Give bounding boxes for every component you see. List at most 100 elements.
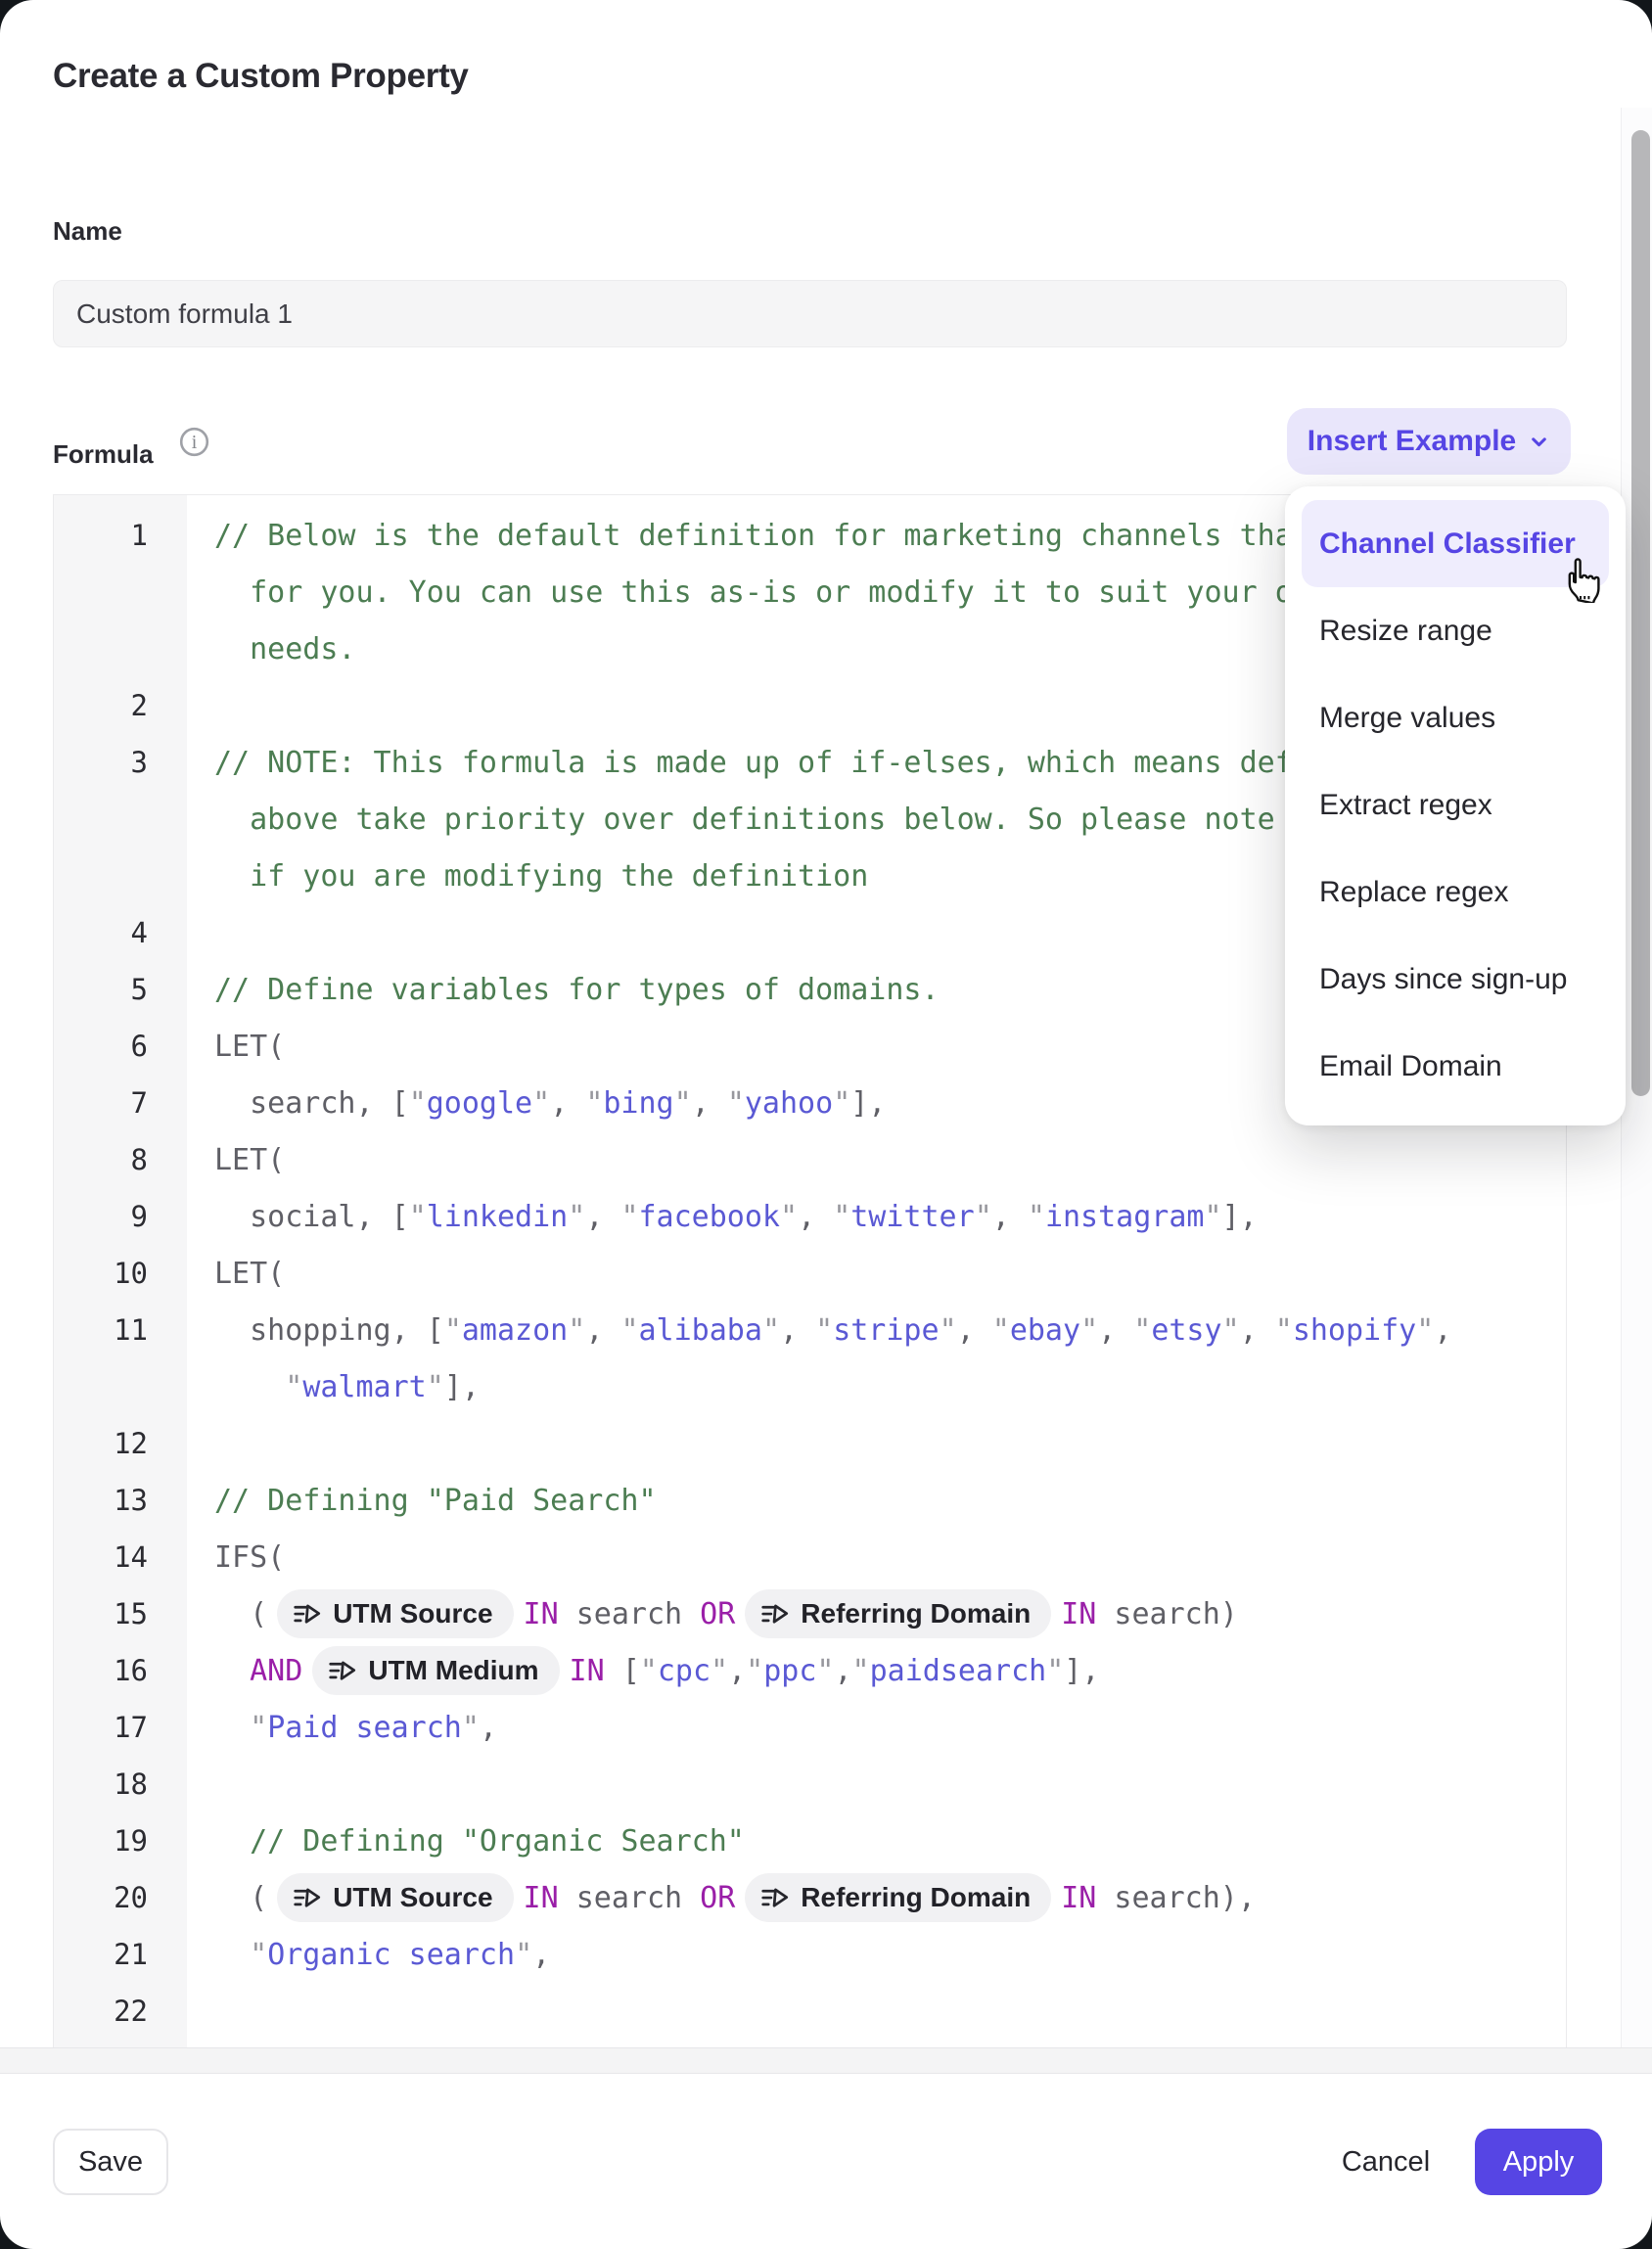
menu-item-channel-classifier[interactable]: Channel Classifier	[1302, 500, 1609, 587]
menu-item-email-domain[interactable]: Email Domain	[1285, 1023, 1626, 1110]
code-token: etsy	[1151, 1313, 1221, 1348]
code-token: ,	[798, 1200, 833, 1234]
property-chip[interactable]: UTM Medium	[312, 1646, 559, 1695]
code-line[interactable]: "walmart"],	[187, 1370, 480, 1404]
line-number: 1	[54, 519, 187, 552]
code-token: "	[585, 1086, 603, 1121]
code-line[interactable]: "Paid search",	[187, 1711, 497, 1745]
line-number: 22	[54, 1995, 187, 2028]
code-token: "	[1416, 1313, 1434, 1348]
menu-item-merge-values[interactable]: Merge values	[1285, 674, 1626, 761]
property-chip[interactable]: Referring Domain	[745, 1873, 1051, 1922]
code-line[interactable]: ANDUTM MediumIN ["cpc","ppc","paidsearch…	[187, 1646, 1099, 1695]
line-number: 20	[54, 1881, 187, 1914]
code-token: walmart	[302, 1370, 426, 1404]
line-number: 2	[54, 689, 187, 722]
code-token: LET(	[214, 1257, 285, 1291]
code-line[interactable]: social, ["linkedin", "facebook", "twitte…	[187, 1200, 1258, 1234]
code-line[interactable]: if you are modifying the definition	[187, 859, 868, 894]
code-token: ,	[728, 1654, 746, 1688]
code-line[interactable]: above take priority over definitions bel…	[187, 803, 1451, 837]
insert-example-button[interactable]: Insert Example	[1287, 408, 1571, 475]
scrollbar-thumb[interactable]	[1631, 130, 1650, 1096]
property-chip-label: Referring Domain	[801, 1882, 1031, 1913]
code-token: search)	[1096, 1597, 1238, 1631]
code-row: 19 // Defining "Organic Search"	[54, 1813, 1566, 1869]
code-row: "walmart"],	[54, 1358, 1566, 1415]
code-token: ,	[585, 1313, 620, 1348]
code-token: search),	[1096, 1881, 1256, 1915]
code-token: // Defining "Paid Search"	[214, 1484, 657, 1518]
code-row: 15 (UTM SourceIN search ORReferring Doma…	[54, 1585, 1566, 1642]
code-token: ,	[1098, 1313, 1133, 1348]
code-row: 17 "Paid search",	[54, 1699, 1566, 1756]
code-token: "	[1133, 1313, 1151, 1348]
page-title: Create a Custom Property	[53, 57, 469, 96]
code-token: "	[1222, 1313, 1240, 1348]
code-line[interactable]: // Define variables for types of domains…	[187, 973, 940, 1007]
line-number: 9	[54, 1200, 187, 1233]
property-chip[interactable]: UTM Source	[277, 1873, 513, 1922]
code-line[interactable]: IFS(	[187, 1540, 285, 1575]
code-token: instagram	[1045, 1200, 1205, 1234]
code-line[interactable]: for you. You can use this as-is or modif…	[187, 575, 1328, 610]
code-token: "	[674, 1086, 692, 1121]
cancel-button[interactable]: Cancel	[1327, 2129, 1445, 2195]
code-line[interactable]: "Organic search",	[187, 1938, 550, 1972]
name-input[interactable]	[53, 280, 1567, 347]
property-chip[interactable]: UTM Source	[277, 1589, 513, 1638]
info-icon: i	[179, 427, 209, 457]
code-line[interactable]: // Defining "Paid Search"	[187, 1484, 657, 1518]
code-line[interactable]: LET(	[187, 1030, 285, 1064]
code-token: "	[250, 1938, 267, 1972]
code-token: "	[780, 1200, 798, 1234]
code-token: "	[992, 1313, 1010, 1348]
code-line[interactable]: LET(	[187, 1257, 285, 1291]
code-line[interactable]: LET(	[187, 1143, 285, 1177]
code-token: google	[427, 1086, 532, 1121]
line-number: 17	[54, 1711, 187, 1744]
code-token: ],	[850, 1086, 886, 1121]
menu-item-resize-range[interactable]: Resize range	[1285, 587, 1626, 674]
code-token: ,	[957, 1313, 992, 1348]
code-token: Paid search	[267, 1711, 462, 1745]
code-token: if you are modifying the definition	[214, 859, 868, 894]
menu-item-extract-regex[interactable]: Extract regex	[1285, 761, 1626, 849]
code-line[interactable]: // Defining "Organic Search"	[187, 1824, 745, 1859]
line-number: 21	[54, 1938, 187, 1971]
code-line[interactable]: (UTM SourceIN search ORReferring DomainI…	[187, 1589, 1238, 1638]
code-token: "	[727, 1086, 745, 1121]
line-number: 11	[54, 1313, 187, 1347]
code-line[interactable]: shopping, ["amazon", "alibaba", "stripe"…	[187, 1313, 1451, 1348]
code-token: ,	[992, 1200, 1028, 1234]
code-token	[214, 1938, 250, 1972]
code-token: ,	[1434, 1313, 1451, 1348]
code-token: "	[515, 1938, 532, 1972]
code-token: (	[214, 1881, 267, 1915]
menu-item-replace-regex[interactable]: Replace regex	[1285, 849, 1626, 936]
code-line[interactable]: // NOTE: This formula is made up of if-e…	[187, 746, 1434, 780]
code-token: ppc	[763, 1654, 816, 1688]
code-token: social, [	[214, 1200, 409, 1234]
code-token	[214, 1711, 250, 1745]
code-token: alibaba	[639, 1313, 762, 1348]
name-label: Name	[53, 216, 122, 247]
code-token: shopping, [	[214, 1313, 444, 1348]
property-icon	[328, 1657, 356, 1685]
menu-item-days-since-sign-up[interactable]: Days since sign-up	[1285, 936, 1626, 1023]
code-row: 8LET(	[54, 1131, 1566, 1188]
apply-button[interactable]: Apply	[1475, 2129, 1602, 2195]
code-token: ,	[585, 1200, 620, 1234]
property-chip[interactable]: Referring Domain	[745, 1589, 1051, 1638]
code-token: ],	[444, 1370, 480, 1404]
insert-example-label: Insert Example	[1308, 425, 1516, 458]
save-button[interactable]: Save	[53, 2129, 168, 2195]
code-line[interactable]: // Below is the default definition for m…	[187, 519, 1363, 553]
code-line[interactable]: (UTM SourceIN search ORReferring DomainI…	[187, 1873, 1256, 1922]
code-line[interactable]: search, ["google", "bing", "yahoo"],	[187, 1086, 886, 1121]
code-token: ,	[1240, 1313, 1275, 1348]
code-token: "	[711, 1654, 728, 1688]
code-token: "	[815, 1313, 833, 1348]
code-token: "	[833, 1086, 850, 1121]
code-line[interactable]: needs.	[187, 632, 356, 666]
